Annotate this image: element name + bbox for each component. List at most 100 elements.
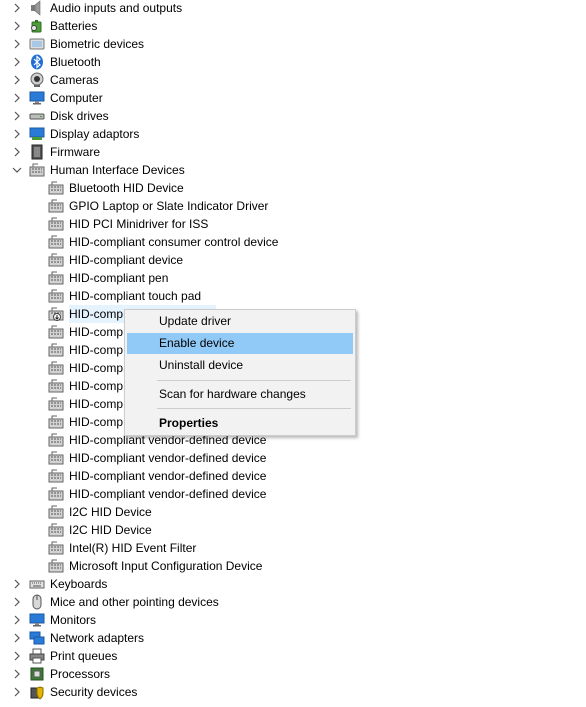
device-item[interactable]: HID PCI Minidriver for ISS: [0, 215, 586, 233]
category-cameras[interactable]: Cameras: [0, 71, 586, 89]
chevron-right-icon[interactable]: [11, 647, 23, 665]
category-processors[interactable]: Processors: [0, 665, 586, 683]
device-label: Bluetooth HID Device: [69, 181, 184, 195]
category-print-queues[interactable]: Print queues: [0, 647, 586, 665]
category-bluetooth[interactable]: Bluetooth: [0, 53, 586, 71]
hid-device-icon: [48, 540, 64, 556]
device-item[interactable]: GPIO Laptop or Slate Indicator Driver: [0, 197, 586, 215]
category-security-devices[interactable]: Security devices: [0, 683, 586, 701]
device-item[interactable]: HID-compliant consumer control device: [0, 233, 586, 251]
chevron-right-icon[interactable]: [11, 53, 23, 71]
category-display-adaptors[interactable]: Display adaptors: [0, 125, 586, 143]
hid-device-icon: [48, 450, 64, 466]
category-keyboards[interactable]: Keyboards: [0, 575, 586, 593]
category-biometric-devices[interactable]: Biometric devices: [0, 35, 586, 53]
hid-device-icon: [48, 180, 64, 196]
chevron-right-icon[interactable]: [11, 0, 23, 17]
biometric-icon: [29, 36, 45, 52]
menu-separator: [157, 380, 351, 381]
category-audio-inputs-and-outputs[interactable]: Audio inputs and outputs: [0, 0, 586, 17]
hid-device-icon: [48, 378, 64, 394]
menu-item-update-driver[interactable]: Update driver: [127, 311, 353, 332]
category-network-adapters[interactable]: Network adapters: [0, 629, 586, 647]
hid-device-icon: [48, 234, 64, 250]
category-computer[interactable]: Computer: [0, 89, 586, 107]
hid-device-icon: [48, 324, 64, 340]
device-label: HID-compliant vendor-defined device: [69, 469, 267, 483]
device-label: HID-comp: [69, 415, 124, 429]
chevron-right-icon[interactable]: [11, 611, 23, 629]
menu-item-label: Enable device: [159, 336, 235, 350]
chevron-right-icon[interactable]: [11, 89, 23, 107]
keyboard-icon: [29, 576, 45, 592]
category-disk-drives[interactable]: Disk drives: [0, 107, 586, 125]
display-adapter-icon: [29, 126, 45, 142]
device-item[interactable]: HID-compliant touch pad: [0, 287, 586, 305]
category-label: Biometric devices: [50, 37, 145, 51]
menu-item-enable-device[interactable]: Enable device: [127, 333, 353, 354]
device-item[interactable]: Intel(R) HID Event Filter: [0, 539, 586, 557]
hid-device-icon: [48, 558, 64, 574]
chevron-right-icon[interactable]: [11, 593, 23, 611]
category-firmware[interactable]: Firmware: [0, 143, 586, 161]
device-label: I2C HID Device: [69, 523, 152, 537]
chevron-right-icon[interactable]: [11, 665, 23, 683]
chevron-right-icon[interactable]: [11, 17, 23, 35]
category-monitors[interactable]: Monitors: [0, 611, 586, 629]
bluetooth-icon: [29, 54, 45, 70]
chevron-right-icon[interactable]: [11, 629, 23, 647]
device-item[interactable]: I2C HID Device: [0, 521, 586, 539]
device-item[interactable]: HID-compliant vendor-defined device: [0, 467, 586, 485]
category-label: Human Interface Devices: [50, 163, 185, 177]
device-item[interactable]: I2C HID Device: [0, 503, 586, 521]
device-label: HID-comp: [69, 325, 124, 339]
device-item[interactable]: Bluetooth HID Device: [0, 179, 586, 197]
hid-device-icon: [48, 198, 64, 214]
hid-device-icon: [48, 288, 64, 304]
menu-item-uninstall-device[interactable]: Uninstall device: [127, 355, 353, 376]
menu-item-label: Uninstall device: [159, 358, 244, 372]
chevron-right-icon[interactable]: [11, 125, 23, 143]
category-label: Network adapters: [50, 631, 145, 645]
device-item[interactable]: HID-compliant vendor-defined device: [0, 485, 586, 503]
device-item[interactable]: HID-compliant pen: [0, 269, 586, 287]
battery-icon: [29, 18, 45, 34]
chevron-right-icon[interactable]: [11, 575, 23, 593]
hid-device-icon: [48, 468, 64, 484]
device-label: HID-compliant vendor-defined device: [69, 451, 267, 465]
hid-device-icon: [48, 360, 64, 376]
chip-icon: [29, 144, 45, 160]
category-label: Bluetooth: [50, 55, 101, 69]
menu-item-scan-hardware[interactable]: Scan for hardware changes: [127, 384, 353, 405]
chevron-right-icon[interactable]: [11, 107, 23, 125]
chevron-right-icon[interactable]: [11, 683, 23, 701]
category-human-interface-devices[interactable]: Human Interface Devices: [0, 161, 586, 179]
device-item[interactable]: Microsoft Input Configuration Device: [0, 557, 586, 575]
chevron-right-icon[interactable]: [11, 35, 23, 53]
category-batteries[interactable]: Batteries: [0, 17, 586, 35]
mouse-icon: [29, 594, 45, 610]
hid-device-icon: [48, 216, 64, 232]
device-item[interactable]: HID-compliant device: [0, 251, 586, 269]
device-label: HID-comp: [69, 397, 124, 411]
device-label: GPIO Laptop or Slate Indicator Driver: [69, 199, 269, 213]
category-label: Disk drives: [50, 109, 109, 123]
category-mice-and-other-pointing-devices[interactable]: Mice and other pointing devices: [0, 593, 586, 611]
hid-device-icon: [48, 270, 64, 286]
category-label: Firmware: [50, 145, 100, 159]
device-label: HID-comp: [69, 361, 124, 375]
device-label: HID-comp: [69, 379, 124, 393]
device-label: HID PCI Minidriver for ISS: [69, 217, 209, 231]
device-label: HID-compliant touch pad: [69, 289, 202, 303]
device-label: HID-compliant consumer control device: [69, 235, 279, 249]
device-item[interactable]: HID-compliant vendor-defined device: [0, 449, 586, 467]
chevron-right-icon[interactable]: [11, 71, 23, 89]
category-label: Batteries: [50, 19, 98, 33]
device-label: HID-compliant pen: [69, 271, 169, 285]
chevron-right-icon[interactable]: [11, 143, 23, 161]
category-label: Processors: [50, 667, 111, 681]
menu-item-properties[interactable]: Properties: [127, 413, 353, 434]
hid-icon: [29, 162, 45, 178]
chevron-down-icon[interactable]: [11, 161, 23, 179]
menu-item-label: Update driver: [159, 314, 232, 328]
